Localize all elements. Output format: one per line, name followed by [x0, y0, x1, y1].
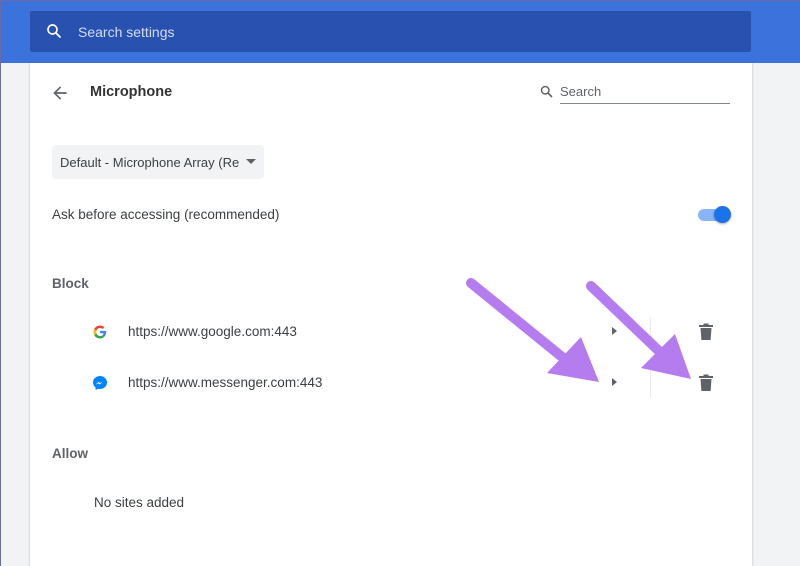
arrow-right-icon[interactable]: [612, 378, 617, 386]
messenger-favicon-icon: [93, 376, 107, 390]
ask-before-accessing-label: Ask before accessing (recommended): [52, 207, 280, 222]
header-bar: [1, 1, 800, 63]
device-select-value: Default - Microphone Array (Re: [60, 154, 240, 170]
toggle-knob: [714, 206, 731, 223]
blocked-site-url[interactable]: https://www.messenger.com:443: [128, 375, 322, 390]
page-title: Microphone: [90, 84, 173, 100]
blocked-site-row[interactable]: https://www.google.com:443: [92, 317, 732, 347]
page-gutter-right: [752, 63, 800, 566]
search-icon: [540, 85, 553, 98]
arrow-right-icon[interactable]: [612, 327, 617, 335]
settings-search-input[interactable]: [78, 11, 728, 52]
back-arrow-icon[interactable]: [50, 83, 70, 103]
trash-icon[interactable]: [698, 374, 714, 392]
allow-empty-text: No sites added: [94, 495, 185, 510]
microphone-device-select[interactable]: Default - Microphone Array (Re: [52, 145, 264, 179]
allow-section-title: Allow: [52, 446, 88, 461]
ask-before-accessing-toggle[interactable]: [696, 206, 731, 223]
row-divider: [650, 368, 651, 398]
blocked-site-url[interactable]: https://www.google.com:443: [128, 324, 297, 339]
block-section-title: Block: [52, 276, 89, 291]
row-divider: [650, 317, 651, 347]
page-gutter-left: [1, 63, 30, 566]
page-search[interactable]: [538, 79, 730, 105]
blocked-site-row[interactable]: https://www.messenger.com:443: [92, 368, 732, 398]
chevron-down-icon: [246, 159, 256, 164]
search-icon: [47, 24, 61, 38]
settings-search-box[interactable]: [30, 11, 751, 52]
settings-card: Microphone Default - Microphone Array (R…: [30, 63, 752, 566]
page-search-input[interactable]: [560, 79, 730, 104]
trash-icon[interactable]: [698, 323, 714, 341]
google-favicon-icon: [93, 325, 107, 339]
